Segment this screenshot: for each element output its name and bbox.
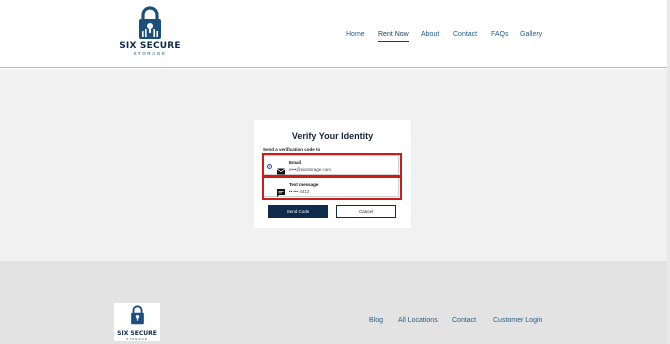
footer-link-contact[interactable]: Contact [452,316,476,326]
email-option-label: Email [289,160,302,165]
verify-subtitle: Send a verification code to [263,147,321,152]
text-message-option-value: •• ••• 4412 [289,189,310,194]
verify-title: Verify Your Identity [291,131,374,141]
send-code-button[interactable]: Send Code [268,205,328,218]
message-icon [277,184,285,202]
nav-faqs[interactable]: FAQs [491,30,509,40]
site-footer: SIX SECURE STORAGE [0,261,670,344]
footer-link-all-locations[interactable]: All Locations [398,316,438,326]
footer-brand-tagline: STORAGE [126,337,148,341]
footer-brand-logo[interactable]: SIX SECURE STORAGE [114,303,160,341]
email-option[interactable]: Email e•••@sixstorage.com [263,155,399,175]
nav-gallery[interactable]: Gallery [520,30,542,40]
text-message-option[interactable]: Text message •• ••• 4412 [263,177,399,197]
email-option-value: e•••@sixstorage.com [289,167,332,172]
text-message-option-label: Text message [289,182,319,187]
cancel-button[interactable]: Cancel [336,205,396,218]
footer-link-blog[interactable]: Blog [369,316,383,326]
email-radio[interactable] [267,164,272,169]
footer-link-customer-login[interactable]: Customer Login [493,316,542,326]
padlock-logo-icon [130,305,144,325]
nav-contact[interactable]: Contact [453,30,477,40]
footer-brand-name: SIX SECURE [117,330,157,337]
main-nav: Home Rent Now About Contact FAQs Gallery [0,30,670,44]
site-header: SIX SECURE STORAGE Home Rent Now About C… [0,0,670,68]
nav-rent-now[interactable]: Rent Now [378,30,409,42]
nav-home[interactable]: Home [346,30,365,40]
nav-about[interactable]: About [421,30,439,40]
brand-tagline: STORAGE [133,51,167,56]
